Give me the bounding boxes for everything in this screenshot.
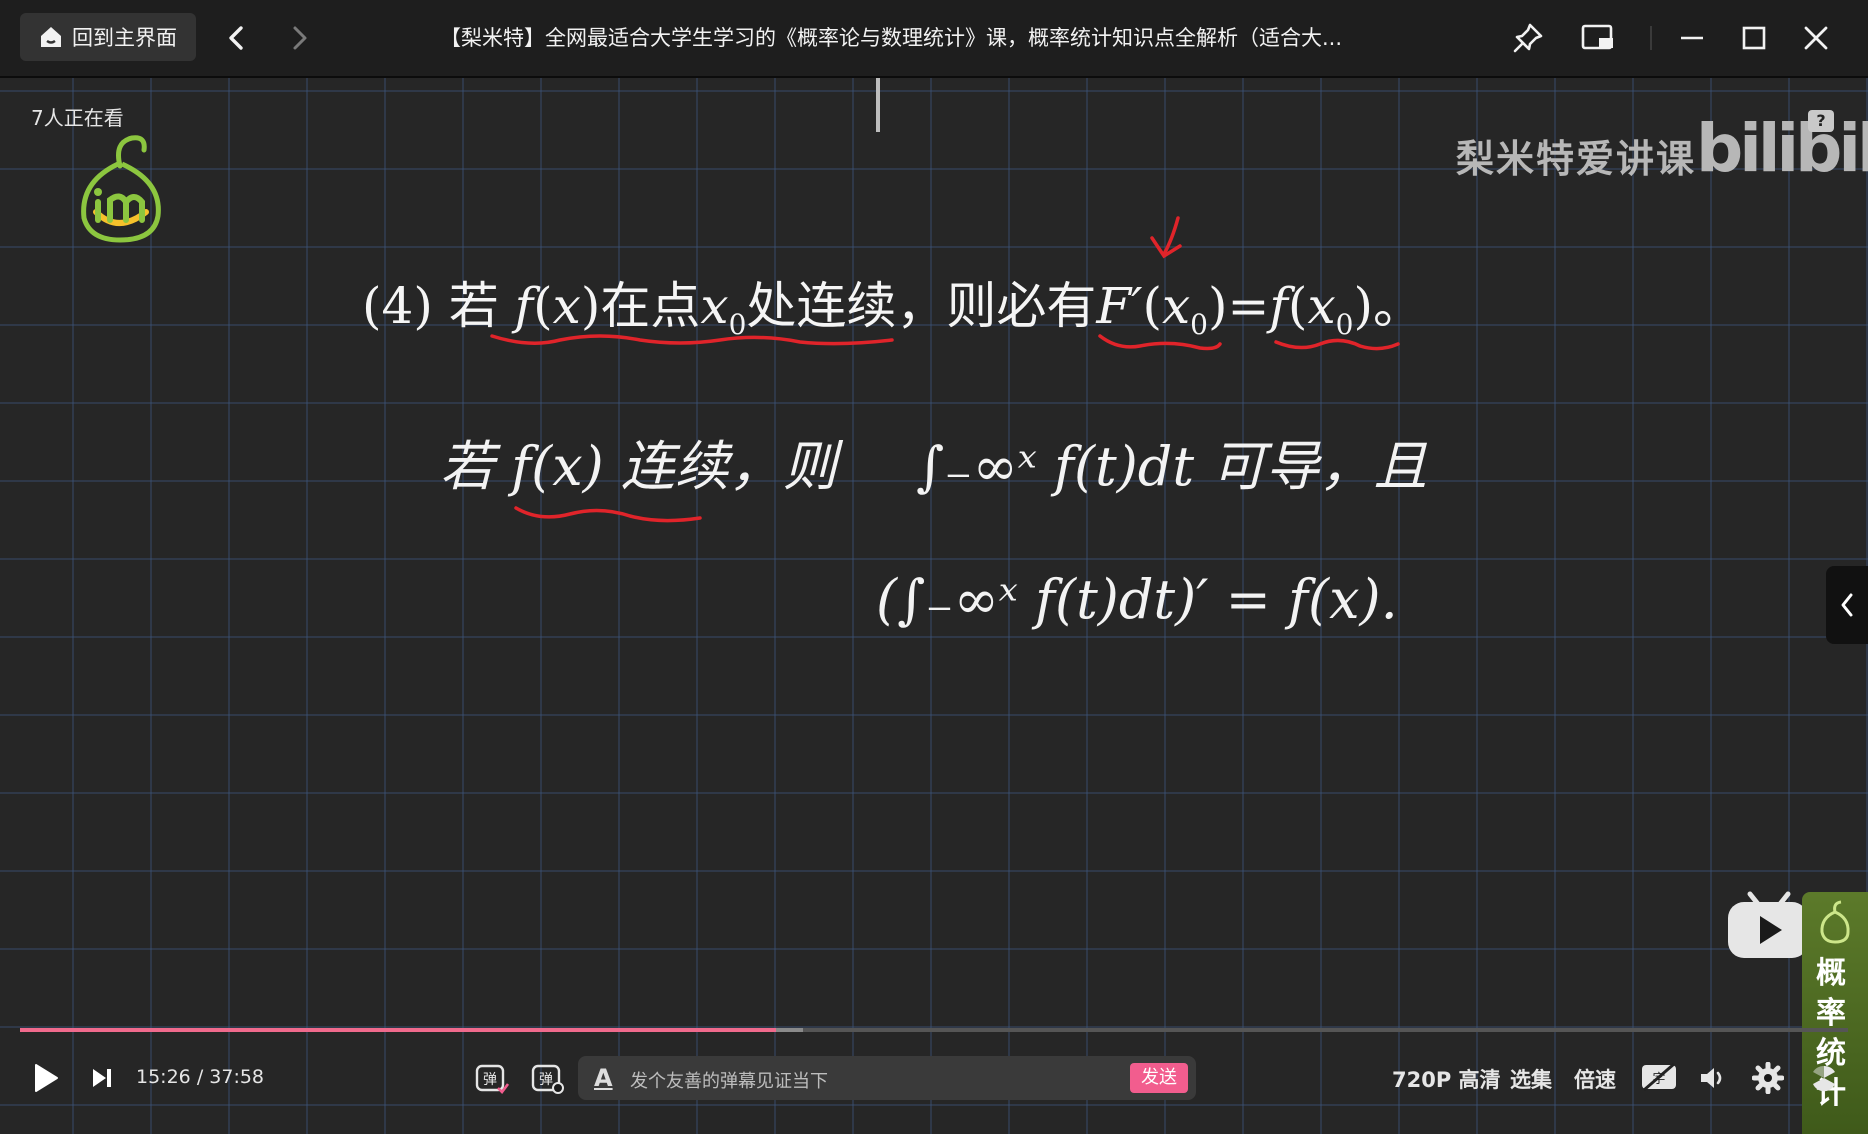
home-button-label: 回到主界面 [72, 26, 177, 50]
episodes-button[interactable]: 选集 [1510, 1064, 1552, 1094]
progress-played [20, 1028, 777, 1032]
handwritten-note-derivative: (∫₋∞ˣ f(t)dt)′ = f(x). [876, 568, 1398, 631]
window-title: 【梨米特】全网最适合大学生学习的《概率论与数理统计》课，概率统计知识点全解析（适… [440, 26, 1343, 50]
handwritten-note-condition: 若 f(x) 连续，则 [440, 435, 837, 498]
playback-speed-button[interactable]: 倍速 [1574, 1064, 1616, 1094]
playback-time: 15:26 / 37:58 [136, 1066, 264, 1088]
minimize-button[interactable] [1672, 18, 1712, 58]
maximize-button[interactable] [1734, 18, 1774, 58]
handwritten-note-integral: ∫₋∞ˣ f(t)dt 可导，且 [916, 435, 1428, 498]
pin-icon [1513, 23, 1543, 53]
send-danmaku-button[interactable]: 发送 [1130, 1063, 1188, 1093]
course-series-strip[interactable]: 概率统计 [1802, 892, 1868, 1134]
title-bar: 回到主界面 【梨米特】全网最适合大学生学习的《概率论与数理统计》课，概率统计知识… [0, 0, 1868, 78]
settings-gear-icon[interactable] [1752, 1062, 1784, 1094]
maximize-icon [1742, 26, 1766, 50]
danmaku-placeholder: 发个友善的弹幕见证当下 [630, 1071, 828, 1092]
home-icon [41, 27, 61, 47]
volume-icon[interactable] [1698, 1064, 1728, 1092]
svg-text:弹: 弹 [483, 1072, 497, 1088]
forward-arrow-icon[interactable] [284, 22, 314, 54]
bilibili-tv-icon[interactable] [1726, 882, 1812, 960]
time-separator: / [196, 1066, 204, 1088]
play-icon[interactable] [32, 1062, 60, 1094]
current-time: 15:26 [136, 1066, 191, 1088]
pear-logo-icon [1820, 900, 1850, 944]
close-button[interactable] [1796, 18, 1836, 58]
text-style-icon[interactable]: A [594, 1064, 613, 1092]
chevron-left-icon [1841, 593, 1853, 617]
progress-bar[interactable] [20, 1028, 1848, 1032]
pip-icon [1581, 24, 1613, 50]
fullscreen-icon[interactable] [1808, 1062, 1840, 1094]
danmaku-settings-icon[interactable]: 弹 [530, 1060, 566, 1096]
next-episode-icon[interactable] [90, 1066, 114, 1090]
minimize-icon [1681, 36, 1703, 40]
subtitles-off-icon[interactable]: 字 [1640, 1062, 1678, 1092]
svg-text:弹: 弹 [539, 1072, 553, 1088]
pin-button[interactable] [1508, 18, 1548, 58]
picture-in-picture-button[interactable] [1578, 18, 1618, 58]
danmaku-toggle-icon[interactable]: 弹 [474, 1060, 510, 1096]
back-arrow-icon[interactable] [222, 22, 252, 54]
duration: 37:58 [209, 1066, 265, 1088]
video-player-area[interactable]: 7人正在看 梨米特爱讲课 bilibili ? (4) 若 f(x)在点x0处连… [0, 78, 1868, 1134]
danmaku-input[interactable]: A 发个友善的弹幕见证当下 发送 [578, 1056, 1196, 1100]
home-button[interactable]: 回到主界面 [20, 13, 196, 61]
side-panel-toggle[interactable] [1826, 566, 1868, 644]
quality-selector[interactable]: 720P 高清 [1392, 1064, 1501, 1094]
close-icon [1804, 26, 1828, 50]
window-controls-separator [1650, 26, 1652, 50]
